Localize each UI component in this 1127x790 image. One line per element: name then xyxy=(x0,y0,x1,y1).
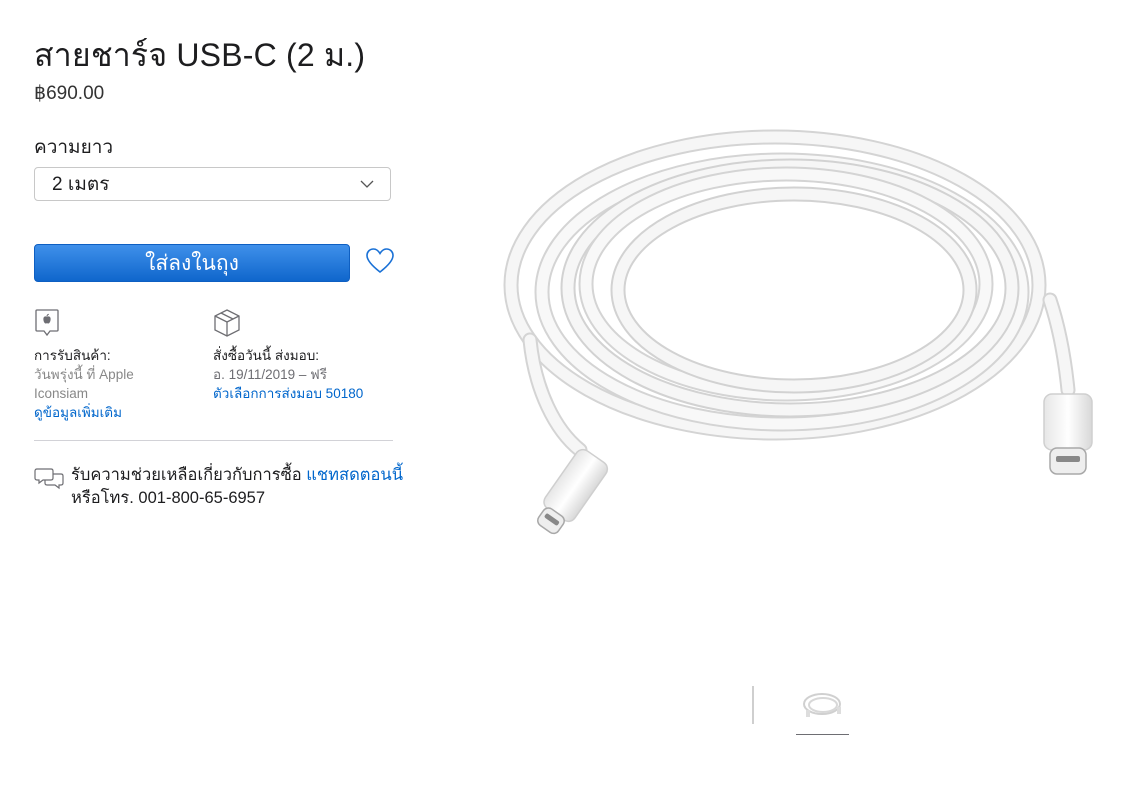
product-price: ฿690.00 xyxy=(34,83,105,104)
chevron-down-icon xyxy=(360,180,374,188)
length-selected-value: 2 เมตร xyxy=(52,174,110,195)
pickup-line1: วันพรุ่งนี้ ที่ Apple xyxy=(34,367,134,382)
pickup-info: การรับสินค้า: วันพรุ่งนี้ ที่ Apple Icon… xyxy=(34,308,134,422)
delivery-options-link[interactable]: ตัวเลือกการส่งมอบ 50180 xyxy=(213,384,363,403)
length-select[interactable]: 2 เมตร xyxy=(34,167,391,201)
add-to-bag-button[interactable]: ใส่ลงในถุง xyxy=(34,244,350,282)
thumbnail-selected-indicator xyxy=(796,734,849,735)
apple-store-icon xyxy=(35,309,59,337)
pickup-more-info-link[interactable]: ดูข้อมูลเพิ่มเติม xyxy=(34,403,134,422)
thumbnail-cable[interactable] xyxy=(796,684,849,728)
help-phone: หรือโทร. 001-800-65-6957 xyxy=(71,489,266,507)
product-title: สายชาร์จ USB-C (2 ม.) xyxy=(34,37,366,73)
live-chat-link[interactable]: แชทสดตอนนี้ xyxy=(306,466,403,484)
length-label: ความยาว xyxy=(34,137,114,158)
help-text: รับความช่วยเหลือเกี่ยวกับการซื้อ แชทสดตอ… xyxy=(71,464,403,510)
pickup-line2: Iconsiam xyxy=(34,386,89,401)
chat-icon xyxy=(34,468,64,490)
pickup-heading: การรับสินค้า: xyxy=(34,348,111,363)
box-icon xyxy=(214,309,240,337)
thumbnail-plug[interactable] xyxy=(740,684,766,728)
delivery-info: สั่งซื้อวันนี้ ส่งมอบ: อ. 19/11/2019 – ฟ… xyxy=(213,308,363,403)
divider xyxy=(34,440,393,441)
delivery-date: อ. 19/11/2019 – ฟรี xyxy=(213,367,327,382)
usb-c-cable-image xyxy=(503,129,1093,535)
help-prefix: รับความช่วยเหลือเกี่ยวกับการซื้อ xyxy=(71,466,302,484)
delivery-heading: สั่งซื้อวันนี้ ส่งมอบ: xyxy=(213,348,320,363)
heart-icon[interactable] xyxy=(366,248,394,274)
